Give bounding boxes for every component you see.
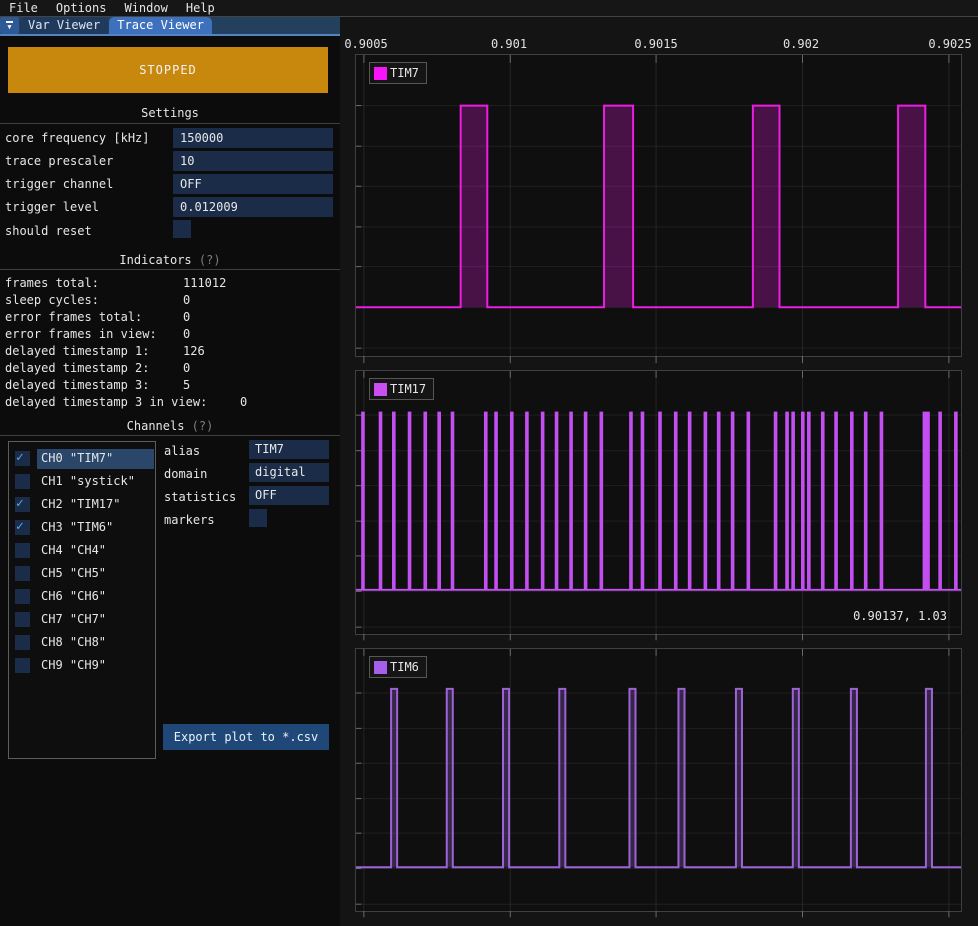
menu-file[interactable]: File [0,0,47,17]
alias-input[interactable]: TIM7 [249,440,329,459]
alias-label: alias [164,444,200,458]
statistics-label: statistics [164,490,236,504]
indicator-value: 111012 [183,276,226,290]
channel-checkbox[interactable] [15,658,30,673]
plot-area: 0.9005 0.901 0.9015 0.902 0.9025 TIM7 TI… [340,17,978,926]
settings-header: Settings [0,106,340,120]
trigger-level-label: trigger level [5,200,99,214]
indicator-value: 126 [183,344,205,358]
channel-row-ch7[interactable]: CH7 "CH7" [9,610,155,630]
tim6-waveform [356,649,961,911]
indicator-value: 0 [240,395,247,409]
indicator-value: 0 [183,327,190,341]
legend-tim6[interactable]: TIM6 [369,656,427,678]
markers-checkbox[interactable] [249,509,267,527]
indicator-label: error frames in view: [5,327,157,341]
channel-row-ch8[interactable]: CH8 "CH8" [9,633,155,653]
trace-prescaler-label: trace prescaler [5,154,113,168]
tab-var-viewer[interactable]: Var Viewer [20,17,108,34]
channels-header: Channels (?) [0,419,340,433]
channel-row-ch3[interactable]: CH3 "TIM6" [9,518,155,538]
indicator-label: delayed timestamp 2: [5,361,150,375]
indicator-label: delayed timestamp 3: [5,378,150,392]
x-axis-tick-label: 0.9025 [928,37,971,51]
indicator-value: 0 [183,293,190,307]
x-axis-tick-label: 0.901 [491,37,527,51]
channel-row-ch5[interactable]: CH5 "CH5" [9,564,155,584]
indicators-header: Indicators (?) [0,253,340,267]
control-panel: STOPPED Settings core frequency [kHz] tr… [0,36,340,926]
channel-row-ch6[interactable]: CH6 "CH6" [9,587,155,607]
cursor-position-readout: 0.90137, 1.03 [853,609,947,623]
indicator-label: sleep cycles: [5,293,99,307]
should-reset-label: should reset [5,224,92,238]
separator [0,435,340,436]
tab-list-icon[interactable]: ▼ [0,17,19,34]
channel-row-ch4[interactable]: CH4 "CH4" [9,541,155,561]
channel-row-ch1[interactable]: CH1 "systick" [9,472,155,492]
channel-checkbox[interactable] [15,566,30,581]
core-frequency-input[interactable] [173,128,333,148]
trigger-level-input[interactable] [173,197,333,217]
channel-checkbox[interactable] [15,612,30,627]
channel-checkbox[interactable] [15,635,30,650]
legend-swatch [374,383,387,396]
should-reset-checkbox[interactable] [173,220,191,238]
domain-label: domain [164,467,207,481]
tab-bar: ▼ Var Viewer Trace Viewer [0,17,340,36]
trigger-channel-select[interactable]: OFF [173,174,333,194]
x-axis-tick-label: 0.9015 [634,37,677,51]
channel-checkbox[interactable] [15,543,30,558]
menu-bar: File Options Window Help [0,0,978,17]
indicators-help-icon[interactable]: (?) [199,253,221,267]
legend-swatch [374,661,387,674]
menu-options[interactable]: Options [47,0,116,17]
trace-prescaler-input[interactable] [173,151,333,171]
channel-checkbox[interactable] [15,589,30,604]
plot-tim6[interactable]: TIM6 [355,648,962,912]
indicator-label: delayed timestamp 3 in view: [5,395,207,409]
channel-checkbox[interactable] [15,497,30,512]
tim7-waveform [356,55,961,356]
tab-trace-viewer[interactable]: Trace Viewer [109,17,212,34]
statistics-select[interactable]: OFF [249,486,329,505]
legend-tim7[interactable]: TIM7 [369,62,427,84]
domain-select[interactable]: digital [249,463,329,482]
markers-label: markers [164,513,215,527]
separator [0,269,340,270]
channel-row-ch0[interactable]: CH0 "TIM7" [9,449,155,469]
legend-label: TIM17 [390,382,426,396]
menu-window[interactable]: Window [115,0,176,17]
x-axis-tick-label: 0.902 [783,37,819,51]
channel-checkbox[interactable] [15,520,30,535]
separator [0,123,340,124]
legend-tim17[interactable]: TIM17 [369,378,434,400]
indicator-label: error frames total: [5,310,142,324]
trigger-channel-label: trigger channel [5,177,113,191]
indicator-value: 5 [183,378,190,392]
channel-list: CH0 "TIM7" CH1 "systick" CH2 "TIM17" CH3… [8,441,156,759]
indicator-label: delayed timestamp 1: [5,344,150,358]
chevron-down-icon: ▼ [7,24,11,30]
menu-help[interactable]: Help [177,0,224,17]
channel-checkbox[interactable] [15,474,30,489]
indicator-label: frames total: [5,276,99,290]
plot-tim17[interactable]: TIM17 0.90137, 1.03 [355,370,962,635]
channel-row-ch2[interactable]: CH2 "TIM17" [9,495,155,515]
legend-swatch [374,67,387,80]
x-axis-tick-label: 0.9005 [344,37,387,51]
plot-tim7[interactable]: TIM7 [355,54,962,357]
channel-checkbox[interactable] [15,451,30,466]
indicator-value: 0 [183,361,190,375]
legend-label: TIM6 [390,660,419,674]
tim17-waveform [356,371,961,634]
legend-label: TIM7 [390,66,419,80]
export-csv-button[interactable]: Export plot to *.csv [163,724,329,750]
channel-row-ch9[interactable]: CH9 "CH9" [9,656,155,676]
start-stop-button[interactable]: STOPPED [8,47,328,93]
indicator-value: 0 [183,310,190,324]
core-frequency-label: core frequency [kHz] [5,131,150,145]
channels-help-icon[interactable]: (?) [192,419,214,433]
